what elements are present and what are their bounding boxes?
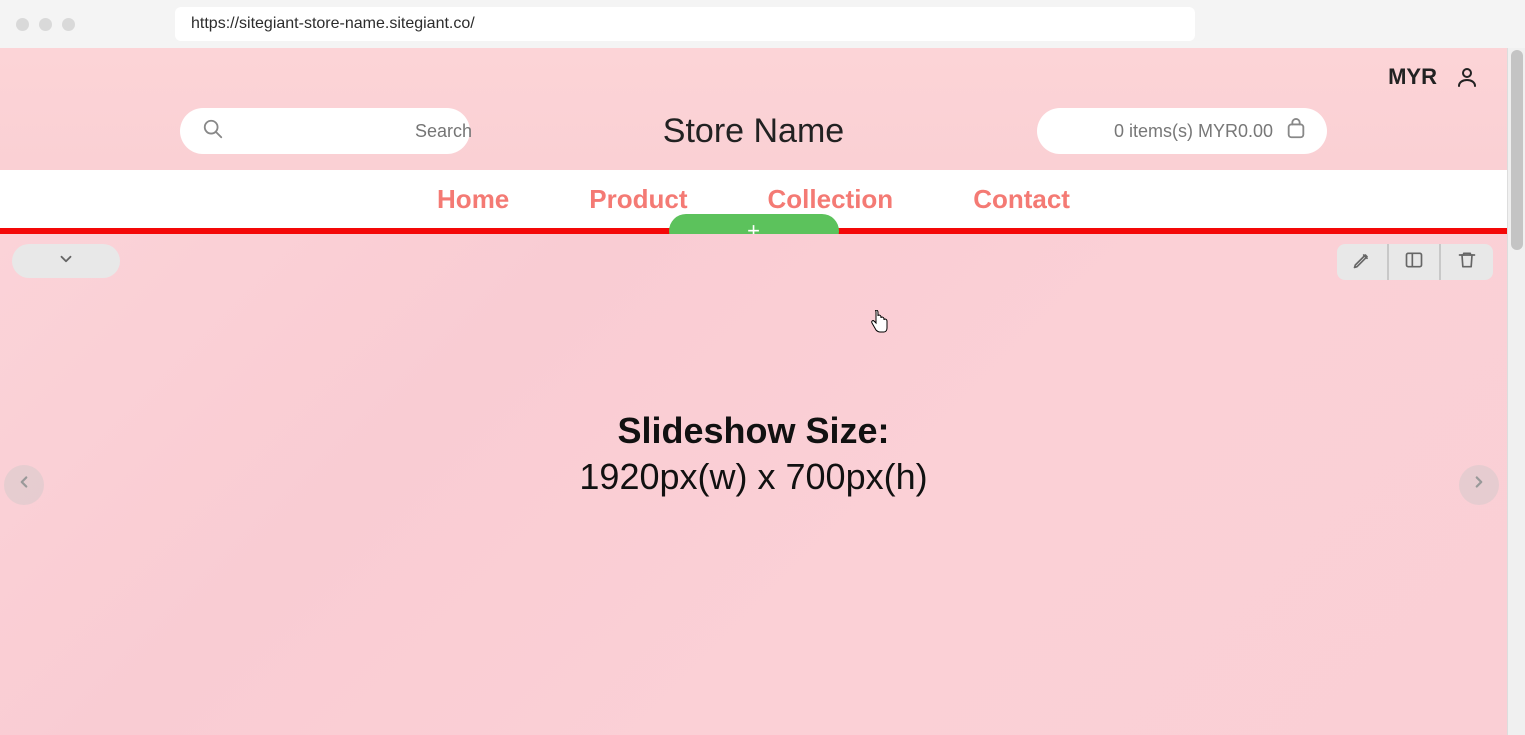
collapse-section-button[interactable] [12, 244, 120, 278]
edit-button[interactable] [1337, 244, 1389, 280]
window-close-dot[interactable] [16, 18, 29, 31]
window-controls [16, 18, 75, 31]
chevron-down-icon [57, 250, 75, 273]
chevron-left-icon [15, 473, 33, 496]
pencil-icon [1352, 250, 1372, 275]
delete-button[interactable] [1441, 244, 1493, 280]
store-title: Store Name [663, 112, 844, 151]
search-input[interactable] [240, 121, 472, 142]
header-main: Store Name 0 items(s) MYR0.00 [0, 92, 1507, 170]
nav-collection[interactable]: Collection [768, 184, 894, 215]
carousel-prev-button[interactable] [4, 465, 44, 505]
page-viewport: MYR Store Name 0 items(s) MYR0.00 [0, 48, 1525, 735]
slideshow-dimensions: 1920px(w) x 700px(h) [579, 456, 927, 498]
section-toolbar [1337, 244, 1493, 280]
header-top-strip: MYR [0, 48, 1507, 92]
vertical-scrollbar[interactable] [1507, 48, 1525, 735]
cart-button[interactable]: 0 items(s) MYR0.00 [1037, 108, 1327, 154]
nav-product[interactable]: Product [589, 184, 687, 215]
scrollbar-thumb[interactable] [1511, 50, 1523, 250]
user-icon[interactable] [1455, 65, 1479, 89]
slideshow-size-label: Slideshow Size: [579, 410, 927, 452]
currency-selector[interactable]: MYR [1388, 64, 1437, 90]
url-bar[interactable]: https://sitegiant-store-name.sitegiant.c… [175, 7, 1195, 41]
search-box[interactable] [180, 108, 470, 154]
search-icon [202, 118, 224, 145]
shopping-bag-icon [1285, 118, 1307, 145]
layout-button[interactable] [1389, 244, 1441, 280]
nav-home[interactable]: Home [437, 184, 509, 215]
trash-icon [1457, 250, 1477, 275]
nav-contact[interactable]: Contact [973, 184, 1070, 215]
slideshow-placeholder-text: Slideshow Size: 1920px(w) x 700px(h) [579, 410, 927, 498]
chevron-right-icon [1470, 473, 1488, 496]
carousel-next-button[interactable] [1459, 465, 1499, 505]
url-text: https://sitegiant-store-name.sitegiant.c… [191, 15, 475, 33]
layout-icon [1404, 250, 1424, 275]
site-header: MYR Store Name 0 items(s) MYR0.00 [0, 48, 1507, 170]
window-maximize-dot[interactable] [62, 18, 75, 31]
window-minimize-dot[interactable] [39, 18, 52, 31]
cart-label: 0 items(s) MYR0.00 [1114, 121, 1273, 142]
browser-chrome: https://sitegiant-store-name.sitegiant.c… [0, 0, 1525, 48]
page-content: MYR Store Name 0 items(s) MYR0.00 [0, 48, 1507, 735]
slideshow-section[interactable]: Slideshow Size: 1920px(w) x 700px(h) [0, 234, 1507, 735]
